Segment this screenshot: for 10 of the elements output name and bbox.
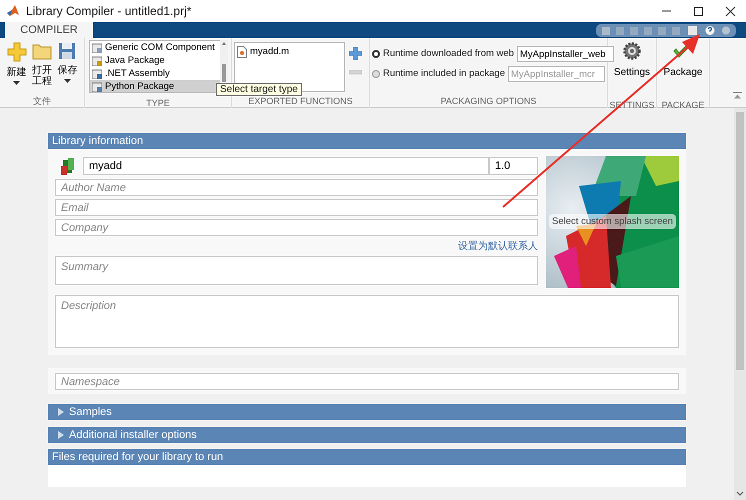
- section-label: EXPORTED FUNCTIONS: [247, 95, 354, 108]
- section-header: Library information: [48, 133, 686, 149]
- section-header: Files required for your library to run: [48, 449, 686, 465]
- section-label: PACKAGE: [660, 99, 706, 112]
- tooltip: Select target type: [216, 83, 302, 96]
- section-label: 文件: [32, 95, 52, 108]
- section-label: PACKAGING OPTIONS: [440, 95, 538, 108]
- splash-label: Select custom splash screen: [549, 214, 676, 229]
- section-label: TYPE: [145, 97, 171, 110]
- window-title: Library Compiler - untitled1.prj*: [26, 3, 192, 20]
